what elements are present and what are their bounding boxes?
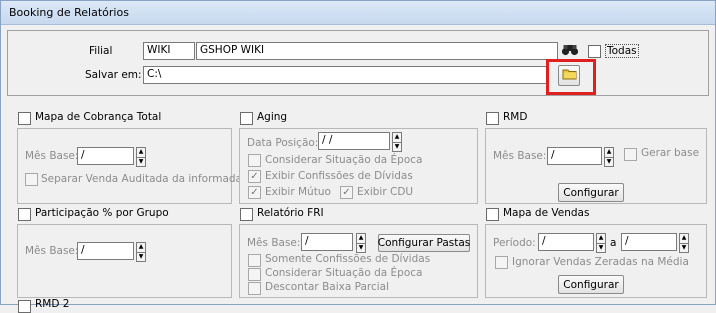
periodo-to-field[interactable]: /: [621, 233, 677, 251]
exibir-cdu-label: Exibir CDU: [357, 186, 414, 198]
descontar-baixa-checkbox[interactable]: [248, 282, 261, 295]
periodo-a-label: a: [610, 237, 617, 249]
separar-venda-checkbox[interactable]: [25, 173, 38, 186]
mapa-cobranca-group: [17, 128, 232, 204]
participacao-group: [17, 224, 232, 298]
exibir-confissoes-label: Exibir Confissões de Dívidas: [265, 170, 413, 182]
ignorar-vendas-label: Ignorar Vendas Zeradas na Média: [512, 256, 689, 268]
ignorar-vendas-checkbox[interactable]: [495, 256, 508, 269]
window-title: Booking de Relatórios: [1, 1, 715, 25]
rmd2-checkbox[interactable]: [18, 300, 31, 313]
mapa-cobranca-title: Mapa de Cobrança Total: [35, 111, 162, 123]
mapa-vendas-title: Mapa de Vendas: [503, 207, 590, 219]
filial-name-field[interactable]: GSHOP WIKI: [196, 42, 558, 60]
participacao-mes-base-field[interactable]: /: [77, 242, 134, 260]
exibir-mutuo-label: Exibir Mútuo: [265, 186, 331, 198]
mapa-vendas-configurar-button[interactable]: Configurar: [558, 275, 624, 294]
periodo-label: Período:: [493, 237, 536, 249]
aging-title: Aging: [257, 111, 288, 123]
somente-confissoes-checkbox[interactable]: [248, 254, 261, 267]
rmd-mes-base-field[interactable]: /: [547, 147, 602, 165]
aging-checkbox[interactable]: [240, 112, 253, 125]
mapa-cobranca-mes-base-label: Mês Base:: [25, 150, 79, 162]
participacao-spinner[interactable]: ▲ ▼: [136, 242, 146, 262]
exibir-cdu-checkbox[interactable]: ✓: [340, 186, 353, 199]
somente-confissoes-label: Somente Confissões de Dívidas: [265, 253, 431, 265]
booking-window: Booking de Relatórios Filial WIKI GSHOP …: [0, 0, 716, 313]
data-posicao-label: Data Posição:: [247, 137, 319, 149]
filial-label: Filial: [89, 45, 113, 57]
relatorio-fri-title: Relatório FRI: [257, 207, 324, 219]
fri-mes-base-label: Mês Base:: [247, 237, 301, 249]
rmd-configurar-button[interactable]: Configurar: [558, 183, 624, 202]
participacao-title: Participação % por Grupo: [35, 207, 169, 219]
salvar-em-field[interactable]: C:\: [143, 66, 547, 84]
configurar-pastas-button[interactable]: Configurar Pastas: [378, 234, 470, 252]
fri-considerar-label: Considerar Situação da Época: [265, 267, 423, 279]
rmd-mes-base-label: Mês Base:: [493, 150, 547, 162]
considerar-situacao-checkbox[interactable]: [248, 154, 261, 167]
mapa-vendas-checkbox[interactable]: [486, 208, 499, 221]
periodo-to-spinner[interactable]: ▲ ▼: [679, 233, 689, 253]
folder-button-highlight: [546, 59, 596, 95]
periodo-from-spinner[interactable]: ▲ ▼: [596, 233, 606, 253]
fri-mes-base-field[interactable]: /: [301, 233, 353, 251]
mapa-cobranca-checkbox[interactable]: [18, 112, 31, 125]
considerar-situacao-label: Considerar Situação da Época: [265, 154, 423, 166]
mapa-cobranca-mes-base-field[interactable]: /: [77, 147, 134, 165]
relatorio-fri-checkbox[interactable]: [240, 208, 253, 221]
periodo-from-field[interactable]: /: [538, 233, 594, 251]
exibir-mutuo-checkbox[interactable]: ✓: [248, 186, 261, 199]
participacao-mes-base-label: Mês Base:: [25, 245, 79, 257]
todas-checkbox[interactable]: [588, 45, 601, 58]
data-posicao-field[interactable]: / /: [318, 132, 390, 150]
fri-spinner[interactable]: ▲ ▼: [356, 233, 366, 253]
binoculars-icon: [561, 44, 579, 59]
filial-frame: [7, 30, 709, 96]
salvar-em-label: Salvar em:: [85, 69, 142, 81]
fri-considerar-checkbox[interactable]: [248, 268, 261, 281]
rmd-spinner[interactable]: ▲ ▼: [604, 147, 614, 167]
exibir-confissoes-checkbox[interactable]: ✓: [248, 170, 261, 183]
descontar-baixa-label: Descontar Baixa Parcial: [265, 281, 390, 293]
gerar-base-label: Gerar base: [641, 147, 700, 159]
filial-code-field[interactable]: WIKI: [143, 42, 195, 60]
rmd-checkbox[interactable]: [486, 112, 499, 125]
participacao-checkbox[interactable]: [18, 208, 31, 221]
mapa-cobranca-spinner[interactable]: ▲ ▼: [136, 147, 146, 167]
separar-venda-label: Separar Venda Auditada da informada: [41, 173, 242, 185]
rmd2-title: RMD 2: [35, 298, 70, 310]
data-posicao-spinner[interactable]: ▲ ▼: [392, 132, 402, 152]
rmd-title: RMD: [503, 111, 528, 123]
gerar-base-checkbox[interactable]: [624, 148, 637, 161]
todas-label: Todas: [605, 44, 639, 58]
